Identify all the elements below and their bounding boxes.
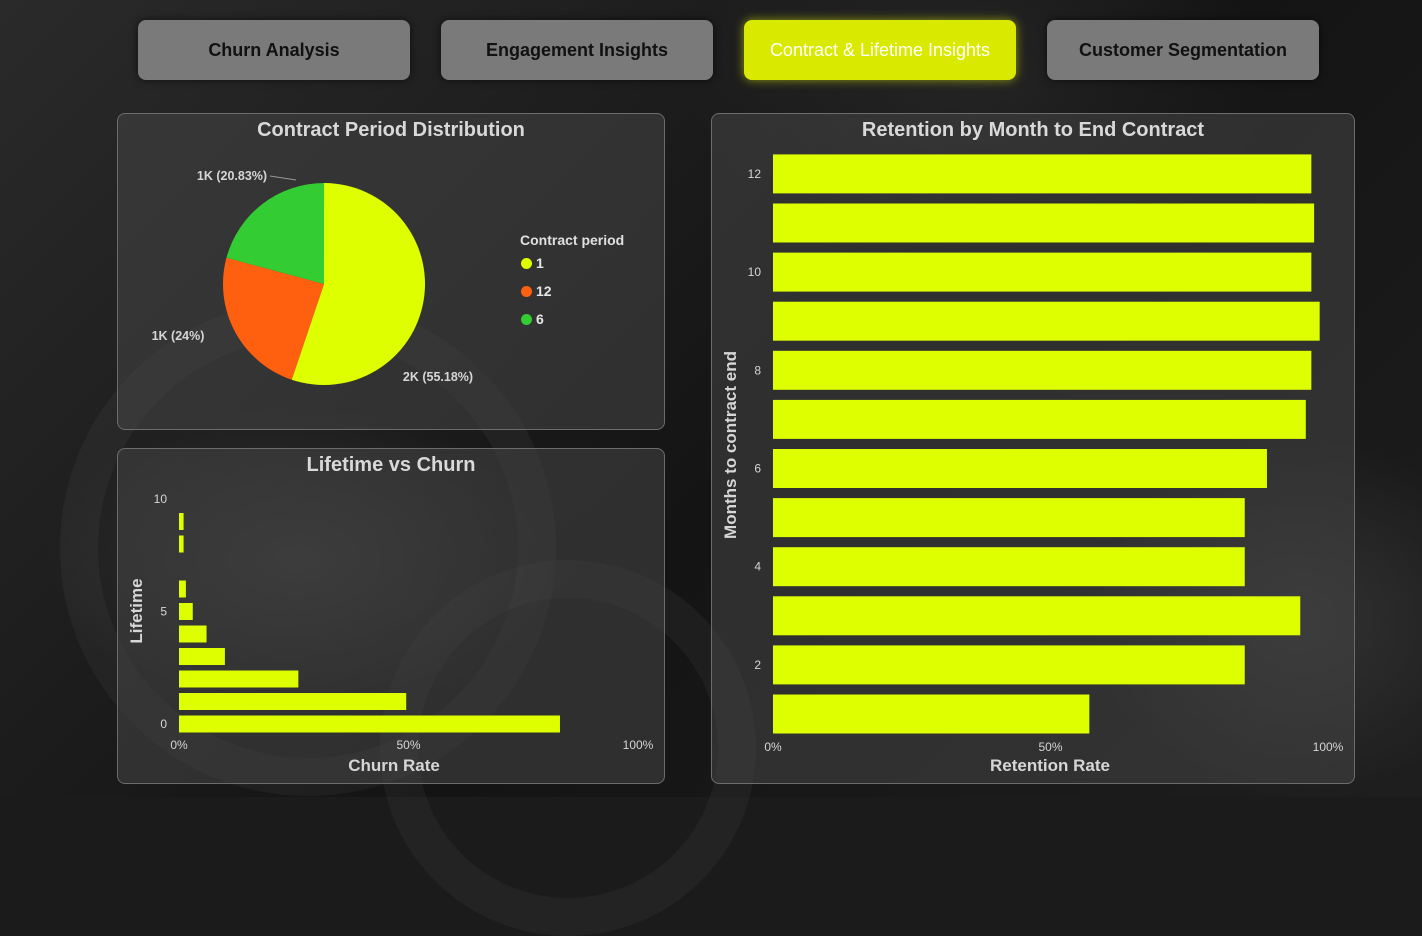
retention-y-tick: 8	[754, 363, 761, 377]
lifetime-x-tick: 100%	[623, 738, 654, 752]
lifetime-bar-1	[179, 693, 407, 710]
retention-bar-10	[773, 252, 1312, 292]
legend-dot-12-icon	[521, 285, 532, 297]
retention-x-tick: 100%	[1313, 740, 1344, 754]
lifetime-x-axis-title: Churn Rate	[348, 756, 440, 775]
retention-bar-1	[773, 694, 1090, 734]
lifetime-bar-6	[179, 580, 186, 598]
lifetime-y-tick: 10	[154, 492, 168, 506]
retention-bar-4	[773, 547, 1245, 587]
lifetime-y-tick: 0	[160, 717, 167, 731]
tab-churn-analysis[interactable]: Churn Analysis	[138, 20, 410, 80]
legend-label-1: 1	[536, 255, 544, 271]
lifetime-y-axis-title: Lifetime	[127, 578, 146, 643]
pie-data-label-6: 1K (20.83%)	[197, 169, 267, 183]
retention-y-tick: 12	[748, 167, 762, 181]
tab-customer-segmentation[interactable]: Customer Segmentation	[1047, 20, 1319, 80]
legend-label-12: 12	[536, 283, 552, 299]
retention-x-tick: 50%	[1038, 740, 1062, 754]
retention-bar-3	[773, 596, 1301, 636]
retention-y-axis-title: Months to contract end	[721, 351, 740, 539]
retention-bar-11	[773, 203, 1315, 243]
retention-bar-6	[773, 449, 1267, 488]
lifetime-bar-chart: 05100% 50% 100%Churn RateLifetime	[127, 492, 654, 775]
legend-item-6[interactable]: 6	[521, 311, 544, 327]
tab-contract-lifetime-insights[interactable]: Contract & Lifetime Insights	[744, 20, 1016, 80]
legend-item-1[interactable]: 1	[521, 255, 544, 271]
retention-x-axis-title: Retention Rate	[990, 756, 1110, 775]
lifetime-x-tick: 50%	[396, 738, 420, 752]
legend-dot-1-icon	[521, 257, 532, 269]
pie-chart: 2K (55.18%) 1K (24%) 1K (20.83%)	[152, 169, 473, 385]
lifetime-bar-8	[179, 535, 184, 553]
legend-dot-6-icon	[521, 313, 532, 325]
retention-bar-7	[773, 399, 1306, 439]
pie-data-label-1: 2K (55.18%)	[403, 370, 473, 384]
legend-title: Contract period	[520, 232, 625, 248]
lifetime-y-tick: 5	[160, 605, 167, 619]
lifetime-bar-9	[179, 513, 184, 530]
retention-bar-2	[773, 645, 1245, 685]
retention-y-tick: 2	[754, 658, 761, 672]
pie-data-label-12: 1K (24%)	[152, 329, 205, 343]
legend-item-12[interactable]: 12	[521, 283, 552, 299]
retention-panel: Retention by Month to End Contract 24681…	[711, 113, 1355, 784]
retention-bar-8	[773, 350, 1312, 390]
lifetime-churn-panel: Lifetime vs Churn 0 5 10 0% 50% 100% Churn Rat…	[117, 448, 665, 784]
retention-bar-9	[773, 301, 1320, 341]
lifetime-bar-5	[179, 603, 193, 620]
retention-y-tick: 6	[754, 462, 761, 476]
retention-bar-5	[773, 498, 1245, 538]
retention-bar-12	[773, 154, 1312, 194]
retention-y-tick: 4	[754, 560, 761, 574]
contract-period-panel: Contract Period Distribution 2K (55.18%)…	[117, 113, 665, 430]
legend-label-6: 6	[536, 311, 544, 327]
lifetime-bar-4	[179, 625, 207, 643]
tab-engagement-insights[interactable]: Engagement Insights	[441, 20, 713, 80]
lifetime-x-tick: 0%	[170, 738, 188, 752]
lifetime-bar-3	[179, 648, 225, 665]
retention-bar-chart: 2 4 6 8 10 12 0% 50% 100% Retention Rate Months to…	[721, 154, 1344, 775]
lifetime-bar-2	[179, 670, 299, 688]
retention-y-tick: 10	[748, 265, 762, 279]
pie-leader-line	[269, 175, 297, 181]
lifetime-bar-0	[179, 715, 560, 733]
retention-x-tick: 0%	[764, 740, 782, 754]
